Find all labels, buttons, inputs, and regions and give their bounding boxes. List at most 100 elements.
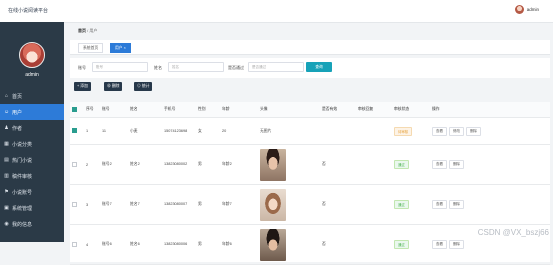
row-op-button[interactable]: 查看 (432, 160, 447, 169)
sidebar-item-label: 稿件审核 (12, 173, 33, 180)
avatar[interactable] (514, 5, 524, 14)
row-age: 年龄6 (222, 242, 232, 246)
row-name: 小麦 (130, 128, 138, 133)
row-checkbox[interactable] (72, 128, 77, 133)
row-avatar-photo (260, 188, 286, 221)
app-title: 在线小说阅读平台 (8, 8, 49, 14)
sidebar-item-label: 我的信息 (12, 221, 33, 228)
flag-icon: ⚑ (4, 188, 9, 195)
row-name: 姓名2 (130, 162, 140, 166)
header-cell: 账号 (100, 102, 128, 118)
row-phone: 13823080002 (164, 162, 188, 166)
sidebar-item-label: 小说分类 (12, 141, 33, 148)
row-phone: 13823080007 (164, 202, 188, 206)
row-name: 姓名7 (130, 202, 140, 206)
header-cell: 头像 (258, 102, 320, 118)
row-op-button[interactable]: 修改 (449, 126, 464, 136)
row-valid: 否 (322, 162, 326, 166)
settings-icon: ▣ (4, 204, 9, 211)
tabs-strip: 系统首页 用户 × (70, 40, 550, 55)
sidebar-item[interactable]: ▦ 小说分类 (0, 136, 64, 152)
sidebar-item[interactable]: ▣ 系统管理 (0, 200, 64, 216)
sidebar-item[interactable]: ⌂ 首页 (0, 88, 64, 104)
header-cell: 是否有效 (320, 102, 356, 118)
row-op-button[interactable]: 删除 (449, 240, 464, 249)
row-valid: 否 (322, 242, 326, 246)
breadcrumb-home[interactable]: 首页 (78, 28, 86, 33)
stats-button[interactable]: ⊙ 统计 (134, 82, 153, 91)
search-button[interactable]: 查询 (306, 62, 332, 72)
sidebar-item[interactable]: ♟ 作者 (0, 120, 64, 136)
sidebar-profile: admin (0, 42, 64, 90)
header-cell: 审核状态 (392, 102, 430, 118)
username[interactable]: admin (527, 7, 539, 12)
row-phone: 15074123698 (164, 128, 188, 133)
search-approved-select[interactable]: 是否通过 (248, 62, 304, 72)
breadcrumb: 首页 / 用户 (78, 28, 97, 34)
header-cell: 年龄 (220, 102, 258, 118)
row-checkbox[interactable] (72, 241, 77, 247)
book-icon: ▤ (4, 156, 9, 163)
header-cell: 性别 (196, 102, 220, 118)
row-op-button[interactable]: 查看 (432, 240, 447, 249)
row-index: 3 (86, 202, 89, 207)
sidebar-item[interactable]: ◉ 我的信息 (0, 216, 64, 232)
search-account-label: 账号 (78, 65, 86, 70)
row-gender: 男 (198, 202, 202, 206)
row-gender: 男 (198, 242, 202, 246)
table-header: 序号 账号 姓名 手机号 性别 年龄 头像 是否有效 审核回复 审核状态 操作 (70, 102, 550, 118)
add-button[interactable]: + 添加 (74, 82, 91, 91)
row-avatar-photo (260, 228, 286, 261)
table-row: 2 账号2 姓名2 13823080002 男 年龄2 否 通过 查看 删除 (70, 144, 550, 185)
row-op-button[interactable]: 删除 (449, 160, 464, 169)
breadcrumb-current: 用户 (89, 28, 98, 33)
row-age: 年龄7 (222, 202, 232, 206)
user-menu[interactable]: admin (514, 5, 539, 14)
row-account: 11 (102, 129, 106, 133)
profile-avatar (19, 42, 45, 68)
search-name-input[interactable]: 姓名 (168, 62, 224, 72)
search-name-label: 姓名 (154, 65, 162, 70)
sidebar-item-label: 小说账号 (12, 189, 33, 196)
row-account: 账号6 (102, 242, 112, 246)
sidebar-item-label: 作者 (12, 125, 23, 132)
sidebar-menu: ⌂ 首页 ☺ 用户 ♟ 作者 ▦ 小说分类 ▤ 热门小说 ▥ 稿件审核 ⚑ 小说账号 ▣ 系统管理 ◉ 我的信息 (0, 88, 64, 232)
row-checkbox[interactable] (72, 201, 77, 207)
home-icon: ⌂ (4, 92, 9, 99)
header-cell: 姓名 (128, 102, 162, 118)
row-account: 账号2 (102, 162, 112, 166)
sidebar-item[interactable]: ▥ 稿件审核 (0, 168, 64, 184)
header-cell: 手机号 (162, 102, 196, 118)
row-checkbox[interactable] (72, 161, 77, 167)
review-icon: ▥ (4, 172, 9, 179)
row-gender: 女 (198, 128, 202, 133)
row-index: 2 (86, 162, 89, 167)
row-avatar-photo (260, 148, 286, 181)
delete-button[interactable]: ⊗ 删除 (104, 82, 123, 91)
row-op-button[interactable]: 删除 (466, 126, 481, 136)
header-cell: 操作 (430, 102, 550, 118)
user-icon: ☺ (4, 108, 10, 115)
profile-name: admin (25, 72, 39, 78)
tab-home[interactable]: 系统首页 (78, 43, 104, 53)
status-badge: 待审核 (394, 126, 413, 136)
row-age: 20 (222, 129, 227, 133)
status-badge: 通过 (394, 240, 409, 249)
tab-user[interactable]: 用户 × (110, 43, 131, 53)
row-op-button[interactable]: 查看 (432, 200, 447, 209)
row-phone: 13823080006 (164, 242, 188, 246)
status-badge: 通过 (394, 160, 409, 169)
sidebar-item[interactable]: ⚑ 小说账号 (0, 184, 64, 200)
header-select-all[interactable] (70, 102, 84, 118)
sidebar-item[interactable]: ▤ 热门小说 (0, 152, 64, 168)
search-approved-label: 是否通过 (228, 65, 244, 70)
sidebar-item-label: 系统管理 (12, 205, 33, 212)
row-op-button[interactable]: 查看 (432, 126, 447, 136)
header-cell: 序号 (84, 102, 100, 118)
row-op-button[interactable]: 删除 (449, 200, 464, 209)
row-index: 4 (86, 242, 89, 247)
search-account-input[interactable]: 账号 (92, 62, 148, 72)
sidebar-item[interactable]: ☺ 用户 (0, 104, 64, 120)
select-all-checkbox[interactable] (72, 106, 77, 112)
sidebar-item-label: 热门小说 (12, 157, 33, 164)
